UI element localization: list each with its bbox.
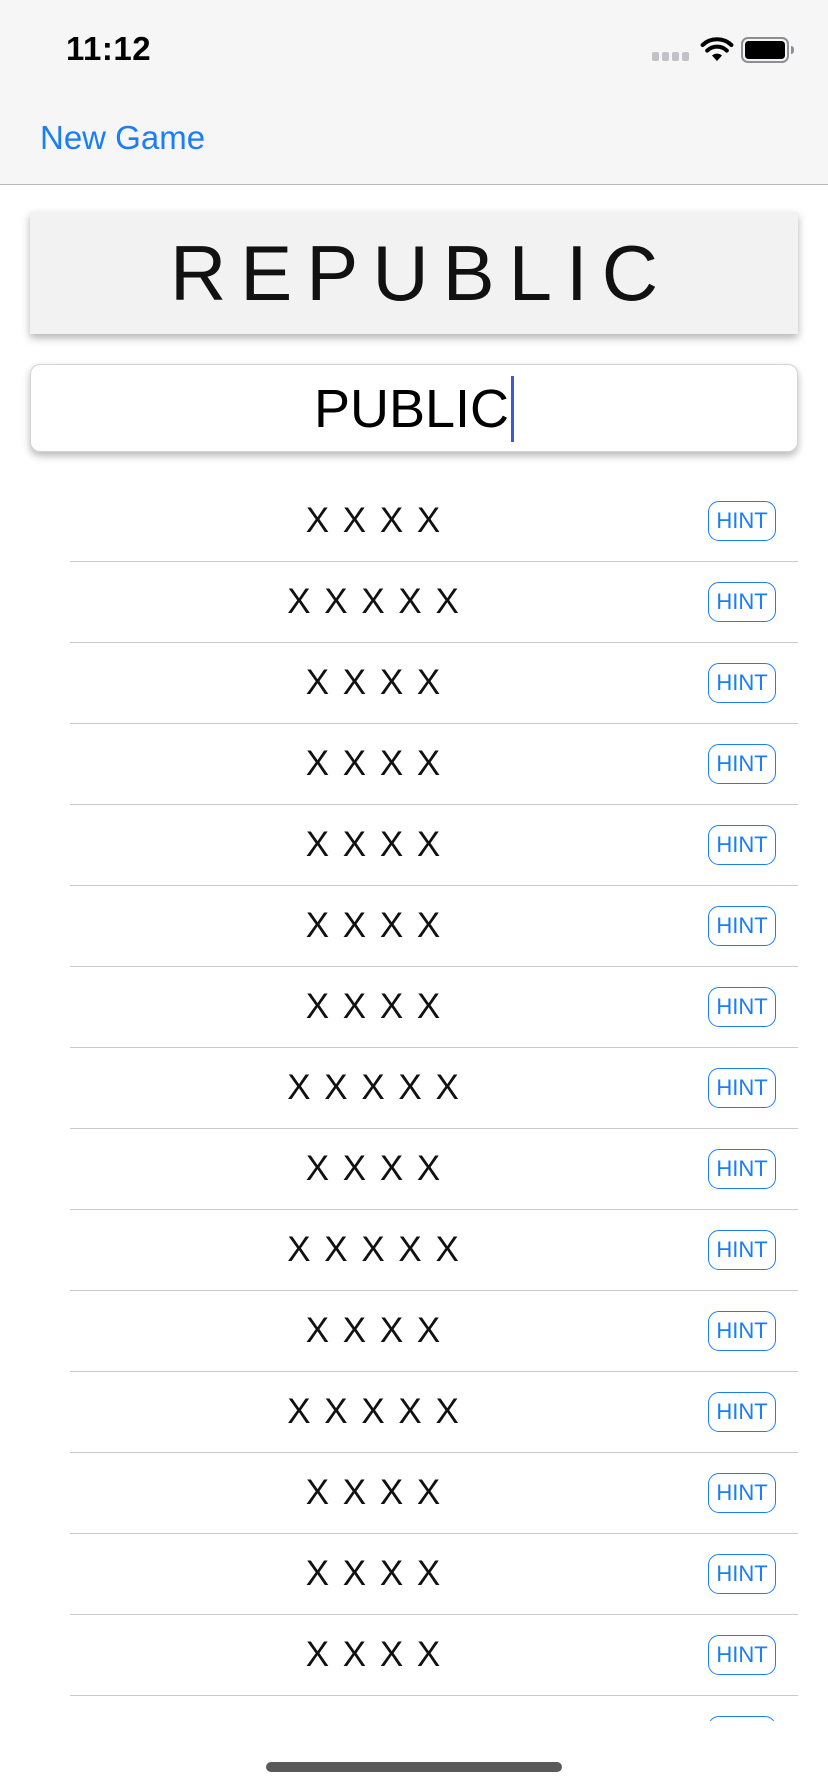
app-screen: 11:12 New Game REPUBLIC PUBLIC X X X X HI…	[0, 0, 828, 1792]
masked-word: X X X X X	[287, 1230, 461, 1269]
masked-word: X X X X	[305, 1149, 443, 1188]
word-row: X X X X HINT	[0, 886, 828, 967]
hint-button[interactable]: HINT	[708, 744, 776, 784]
hint-button[interactable]: HINT	[708, 582, 776, 622]
target-word-card: REPUBLIC	[30, 212, 798, 334]
masked-word: X X X X	[305, 501, 443, 540]
word-row: X X X X HINT	[0, 805, 828, 886]
masked-word: X X X X	[305, 1473, 443, 1512]
masked-word: X X X X	[305, 744, 443, 783]
new-game-button[interactable]: New Game	[40, 119, 205, 157]
word-row: X X X X HINT	[0, 1615, 828, 1696]
home-indicator[interactable]	[266, 1762, 562, 1772]
word-row: X X X X HINT	[0, 1129, 828, 1210]
hint-button[interactable]: HINT	[708, 1068, 776, 1108]
masked-word: X X X X	[305, 663, 443, 702]
masked-word: X X X X X	[287, 1068, 461, 1107]
wifi-icon	[700, 37, 734, 61]
hint-button[interactable]: HINT	[708, 663, 776, 703]
hint-button[interactable]: HINT	[708, 825, 776, 865]
hint-button[interactable]: HINT	[708, 501, 776, 541]
guess-input-field[interactable]: PUBLIC	[31, 365, 797, 451]
word-row: X X X X X HINT	[0, 1210, 828, 1291]
word-row: X X X X HINT	[0, 1453, 828, 1534]
hint-button[interactable]: HINT	[708, 1230, 776, 1270]
top-bar: 11:12 New Game	[0, 0, 828, 185]
word-row: X X X X HINT	[0, 481, 828, 562]
status-time: 11:12	[66, 30, 152, 67]
hint-button[interactable]: HINT	[708, 1392, 776, 1432]
word-row: X X X X HINT	[0, 967, 828, 1048]
word-row: X X X X X HINT	[0, 1048, 828, 1129]
hint-button[interactable]: HINT	[708, 1554, 776, 1594]
word-row: X X X X X HINT	[0, 1372, 828, 1453]
cellular-signal-icon	[652, 52, 690, 62]
masked-word: X X X X	[305, 987, 443, 1026]
hint-button[interactable]: HINT	[708, 906, 776, 946]
target-word: REPUBLIC	[169, 229, 673, 317]
masked-word: X X X X	[305, 825, 443, 864]
text-caret	[511, 375, 515, 442]
word-list[interactable]: X X X X HINT X X X X X HINT X X X X HINT X X X…	[0, 481, 828, 1721]
hint-button[interactable]: HINT	[708, 1149, 776, 1189]
hint-button[interactable]: HINT	[708, 1311, 776, 1351]
word-row: X X X X HINT	[0, 1534, 828, 1615]
hint-button[interactable]: HINT	[708, 1635, 776, 1675]
guess-input[interactable]: PUBLIC	[30, 364, 798, 452]
masked-word: X X X X	[305, 906, 443, 945]
word-row: X X X X HINT	[0, 724, 828, 805]
word-row	[0, 1696, 828, 1721]
hint-button[interactable]	[708, 1716, 776, 1721]
masked-word: X X X X	[305, 1311, 443, 1350]
masked-word: X X X X X	[287, 582, 461, 621]
word-row: X X X X HINT	[0, 643, 828, 724]
word-row: X X X X X HINT	[0, 562, 828, 643]
hint-button[interactable]: HINT	[708, 987, 776, 1027]
masked-word: X X X X	[305, 1554, 443, 1593]
hint-button[interactable]: HINT	[708, 1473, 776, 1513]
word-row: X X X X HINT	[0, 1291, 828, 1372]
masked-word: X X X X	[305, 1635, 443, 1674]
masked-word: X X X X X	[287, 1392, 461, 1431]
guess-input-value: PUBLIC	[313, 379, 510, 439]
battery-icon	[741, 37, 794, 63]
